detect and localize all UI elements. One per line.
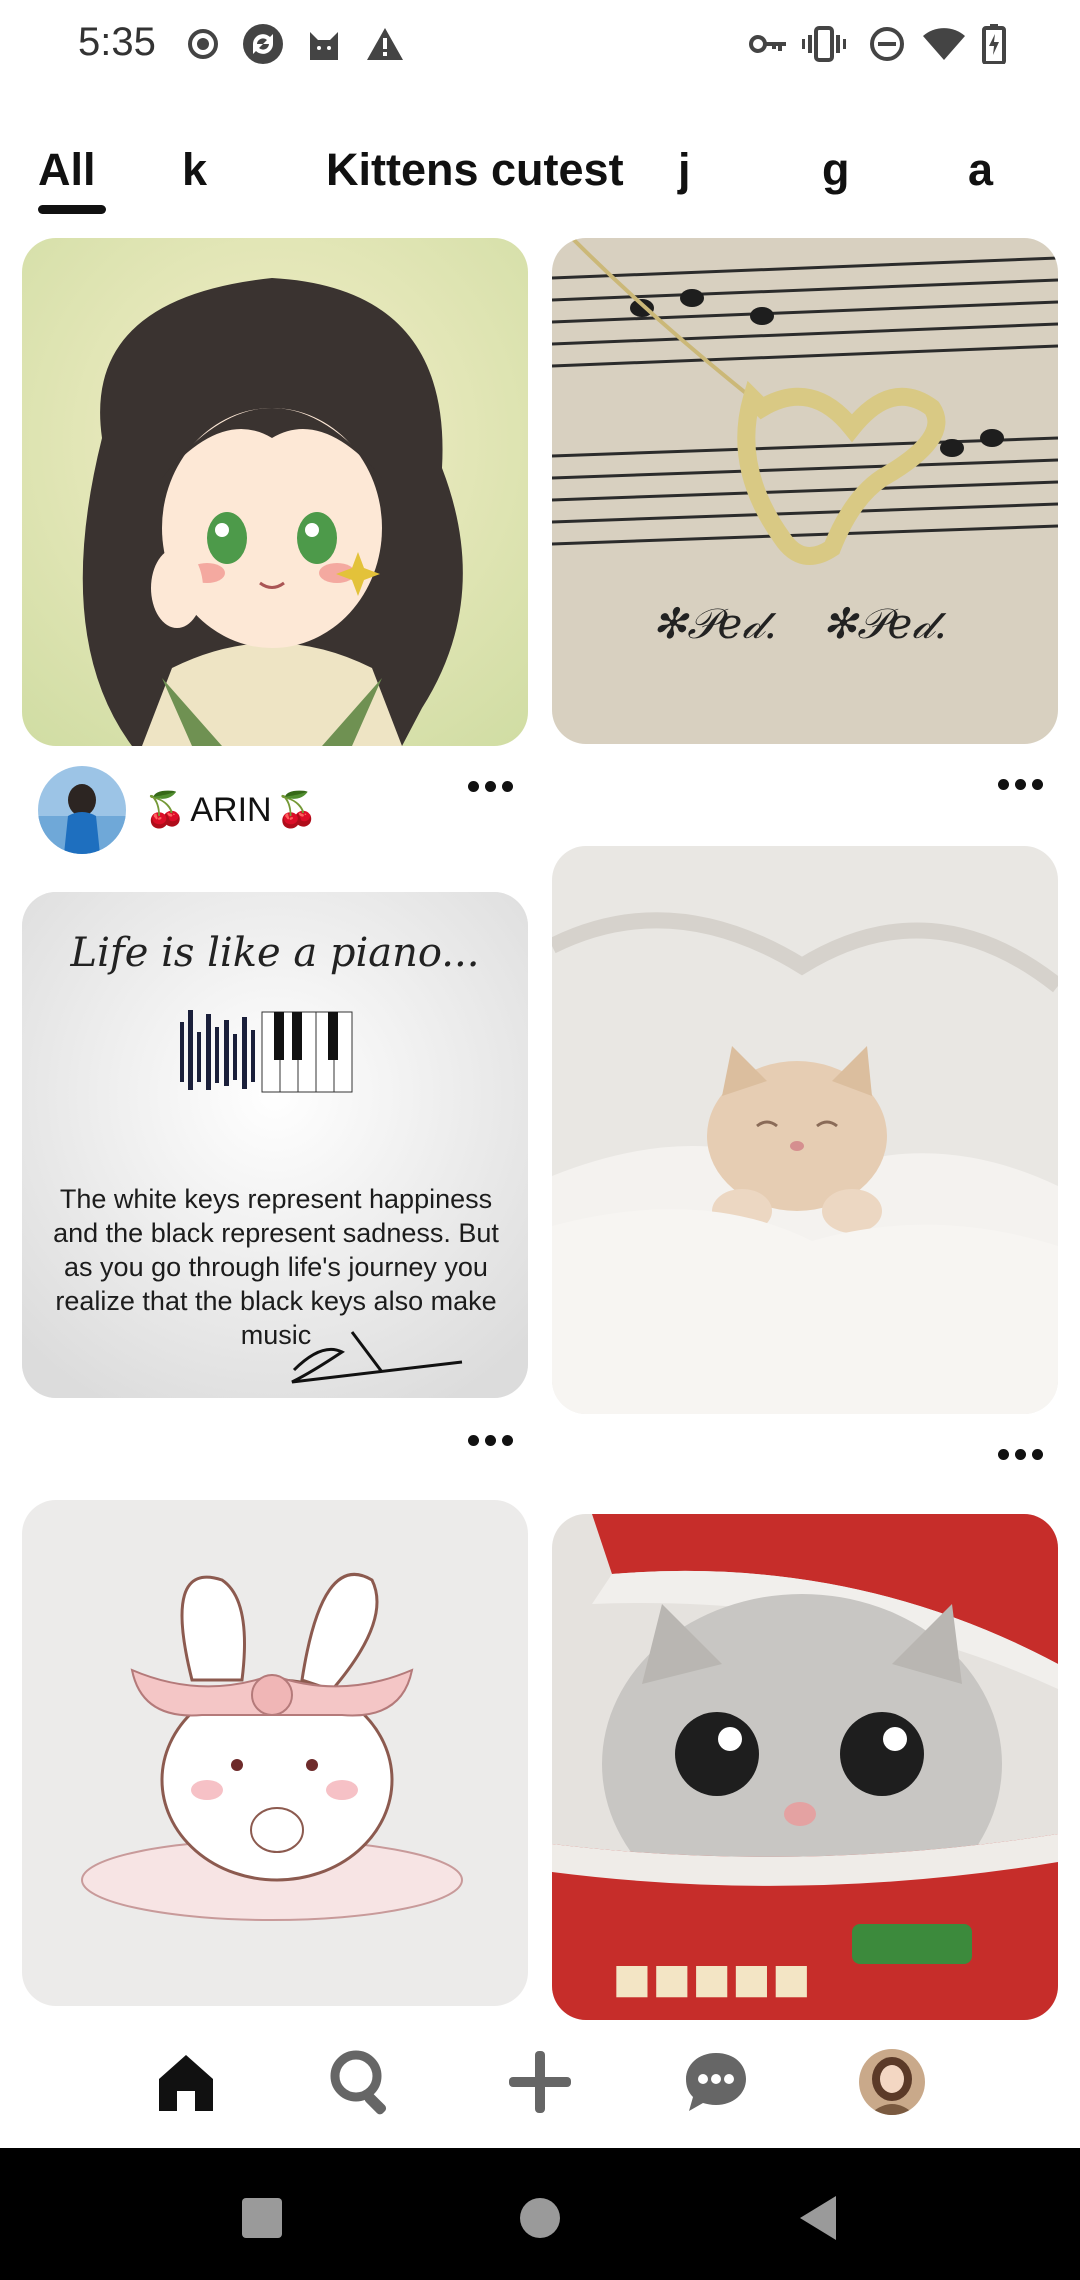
cherry-emoji-right: 🍒 <box>275 791 318 829</box>
svg-text:✻𝒫𝑒𝒹.: ✻𝒫𝑒𝒹. <box>652 599 777 648</box>
system-nav-bar <box>0 2148 1080 2280</box>
profile-avatar[interactable] <box>852 2042 932 2122</box>
recents-button[interactable] <box>232 2188 292 2248</box>
pin-kitten-cup[interactable]: ◼◼◼◼◼ <box>552 1514 1058 2020</box>
do-not-disturb-icon <box>868 22 906 66</box>
pin-more-button[interactable] <box>990 1434 1050 1474</box>
add-icon[interactable] <box>500 2042 580 2122</box>
tab-all[interactable]: All <box>38 140 96 210</box>
pin-anime-girl[interactable] <box>22 238 528 746</box>
pin-more-button[interactable] <box>460 1420 520 1460</box>
search-icon[interactable] <box>322 2042 402 2122</box>
pin-necklace[interactable]: ✻𝒫𝑒𝒹. ✻𝒫𝑒𝒹. <box>552 238 1058 744</box>
pin-more-button[interactable] <box>460 766 520 806</box>
svg-text:◼◼◼◼◼: ◼◼◼◼◼ <box>612 1950 811 2006</box>
messages-icon[interactable] <box>676 2042 756 2122</box>
tab-j[interactable]: j <box>678 140 691 210</box>
sync-icon <box>240 22 286 66</box>
board-tabs: All k Kittens cutest j g a <box>0 140 1080 220</box>
pin-bunny[interactable] <box>22 1500 528 2006</box>
wifi-icon <box>922 22 966 66</box>
warning-icon <box>364 22 406 66</box>
home-icon[interactable] <box>146 2042 226 2122</box>
home-button[interactable] <box>510 2188 570 2248</box>
creator-avatar[interactable] <box>38 766 126 854</box>
back-button[interactable] <box>788 2188 848 2248</box>
cat-app-icon <box>304 22 344 66</box>
creator-name[interactable]: 🍒 ARIN 🍒 <box>144 790 318 830</box>
battery-charging-icon <box>980 22 1008 66</box>
svg-text:✻𝒫𝑒𝒹.: ✻𝒫𝑒𝒹. <box>822 599 947 648</box>
cherry-emoji-left: 🍒 <box>144 791 187 829</box>
tab-g[interactable]: g <box>822 140 850 210</box>
tab-selected-indicator <box>38 205 106 214</box>
bottom-nav <box>0 2020 1080 2148</box>
pin-creator[interactable]: 🍒 ARIN 🍒 <box>38 765 318 855</box>
record-icon <box>186 22 220 66</box>
vpn-key-icon <box>748 22 788 66</box>
quote-body: The white keys represent happiness and t… <box>53 1184 499 1350</box>
pin-more-button[interactable] <box>990 764 1050 804</box>
tab-kittens-cutest[interactable]: Kittens cutest <box>326 140 624 210</box>
quote-title: Life is like a piano... <box>70 930 480 976</box>
creator-name-text: ARIN <box>190 790 272 829</box>
tab-k[interactable]: k <box>182 140 207 210</box>
vibrate-icon <box>802 22 846 66</box>
tab-a[interactable]: a <box>968 140 993 210</box>
status-time: 5:35 <box>78 20 156 64</box>
pin-sleeping-kitten[interactable] <box>552 846 1058 1414</box>
status-bar: 5:35 <box>0 0 1080 88</box>
